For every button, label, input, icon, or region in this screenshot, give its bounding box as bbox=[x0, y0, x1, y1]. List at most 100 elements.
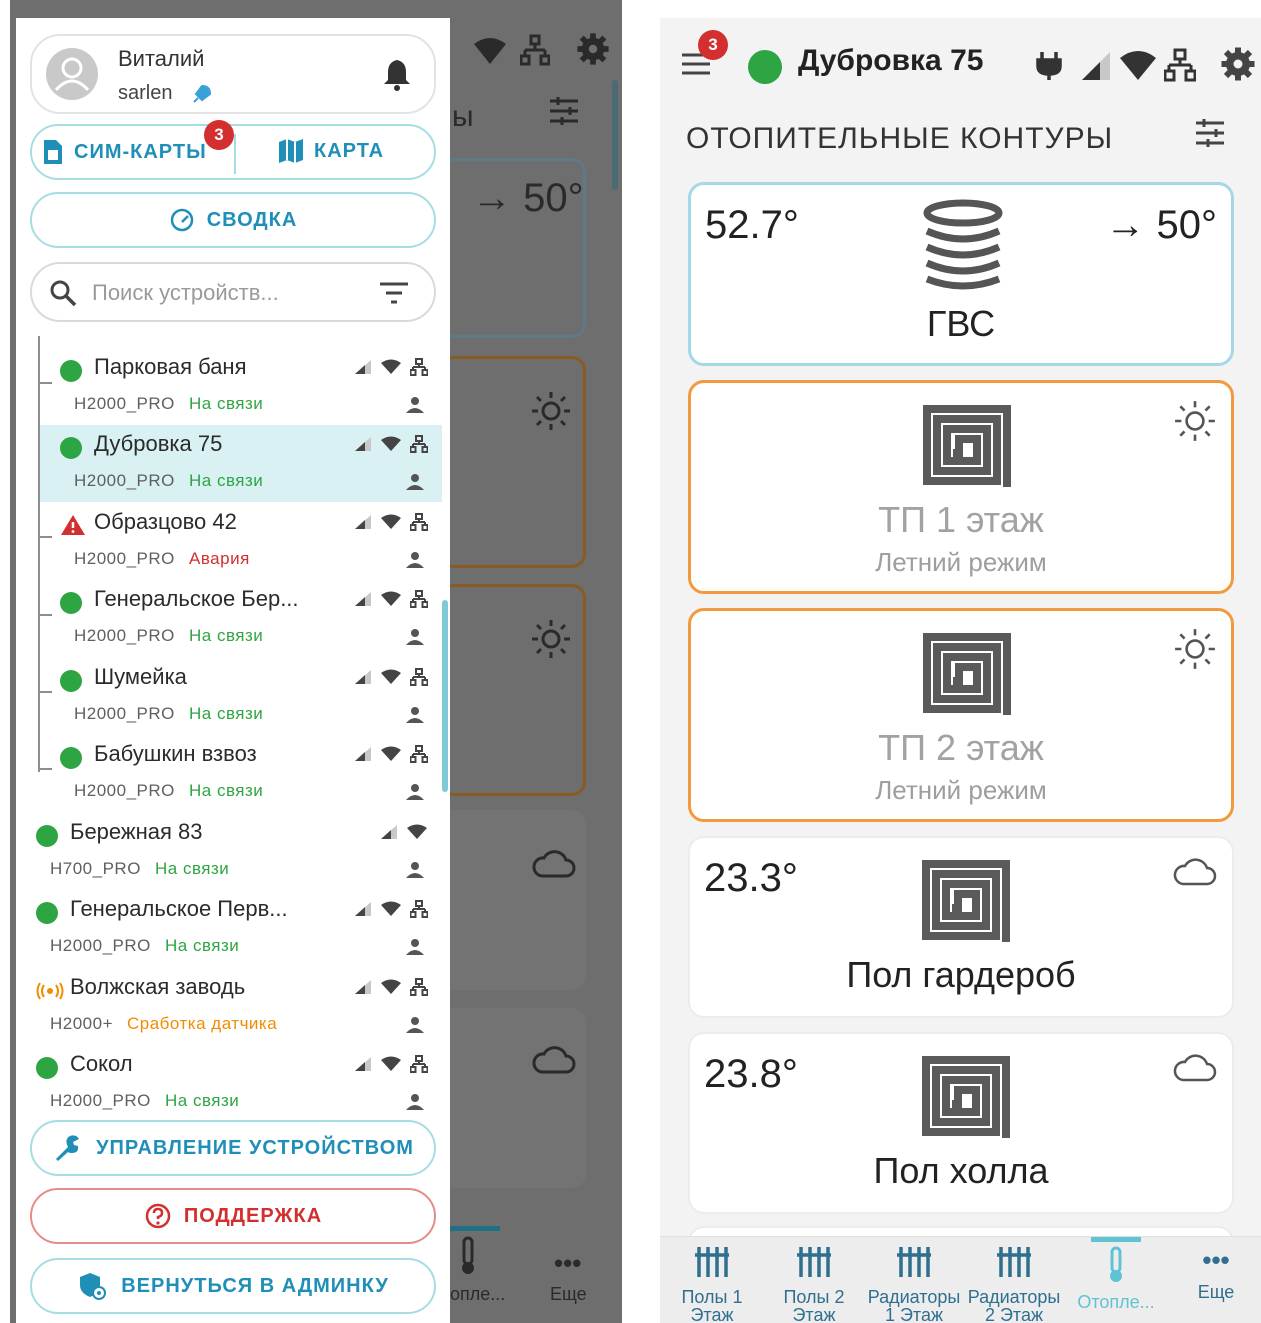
network-icon bbox=[410, 745, 428, 763]
user-card[interactable]: Виталий sarlen bbox=[30, 34, 436, 114]
device-row[interactable]: Парковая баня H2000_PRO На связи bbox=[16, 348, 442, 425]
online-status-dot bbox=[60, 592, 82, 614]
manifold-icon bbox=[897, 1247, 931, 1277]
dimmed-gear-icon bbox=[577, 33, 609, 65]
device-row[interactable]: Генеральское Перв... H2000_PRO На связи bbox=[16, 890, 442, 967]
signal-icon bbox=[355, 1057, 371, 1071]
nav-heating[interactable]: Отопле... bbox=[1066, 1237, 1166, 1311]
tune-icon[interactable] bbox=[1194, 118, 1226, 148]
device-name: Бережная 83 bbox=[70, 819, 203, 844]
device-status: На связи bbox=[165, 936, 240, 955]
card-name: ГВС bbox=[926, 303, 996, 344]
users-icon bbox=[406, 552, 424, 568]
floor-heating-icon bbox=[923, 633, 1011, 715]
drawer-scrollbar[interactable] bbox=[442, 600, 448, 792]
nav-floors-2[interactable]: Полы 2 Этаж bbox=[764, 1245, 864, 1323]
device-model: H700_PRO bbox=[50, 859, 141, 878]
device-connection-icons bbox=[354, 435, 428, 453]
signal-icon bbox=[355, 670, 371, 684]
admin-shield-icon bbox=[80, 1273, 107, 1300]
dimmed-card-tp2 bbox=[440, 584, 586, 796]
plug-icon bbox=[1036, 52, 1062, 80]
map-button[interactable]: КАРТА bbox=[278, 138, 384, 164]
floor-heating-icon bbox=[922, 860, 1010, 942]
dimmed-thermometer-icon bbox=[462, 1236, 474, 1274]
device-management-label: УПРАВЛЕНИЕ УСТРОЙСТВОМ bbox=[96, 1136, 414, 1159]
support-button[interactable]: ПОДДЕРЖКА bbox=[30, 1188, 436, 1244]
manifold-icon bbox=[797, 1247, 831, 1277]
card-temperature: 23.3° bbox=[704, 856, 798, 900]
dimmed-cloud-icon bbox=[532, 1046, 576, 1074]
signal-icon bbox=[381, 825, 397, 839]
gear-icon[interactable] bbox=[1220, 46, 1256, 82]
card-name: ТП 1 этаж bbox=[878, 499, 1044, 540]
wifi-icon bbox=[381, 979, 401, 994]
device-status: На связи bbox=[189, 704, 264, 723]
bell-icon[interactable] bbox=[382, 58, 412, 92]
circuit-card-gvs[interactable]: 52.7° → 50° ГВС bbox=[688, 182, 1234, 366]
network-icon bbox=[410, 900, 428, 918]
wifi-icon bbox=[381, 591, 401, 606]
device-status: На связи bbox=[165, 1091, 240, 1110]
online-status-dot bbox=[60, 437, 82, 459]
device-connection-icons bbox=[354, 513, 428, 531]
nav-label: Еще bbox=[1197, 1282, 1235, 1302]
support-label: ПОДДЕРЖКА bbox=[183, 1204, 323, 1227]
device-row[interactable]: Шумейка H2000_PRO На связи bbox=[16, 658, 442, 735]
dimmed-sun-icon bbox=[532, 392, 570, 430]
dimmed-card-floor bbox=[440, 810, 586, 990]
device-search[interactable]: Поиск устройств... bbox=[30, 262, 436, 322]
search-input[interactable]: Поиск устройств... bbox=[92, 280, 279, 306]
circuit-card-wardrobe[interactable]: 23.3° Пол гардероб bbox=[688, 836, 1234, 1018]
circuit-card-hall[interactable]: 23.8° Пол холла bbox=[688, 1032, 1234, 1214]
device-management-button[interactable]: УПРАВЛЕНИЕ УСТРОЙСТВОМ bbox=[30, 1120, 436, 1176]
device-row[interactable]: Волжская заводь H2000+ Сработка датчика bbox=[16, 968, 442, 1045]
sensor-alert-icon bbox=[36, 982, 64, 1000]
dimmed-wifi-icon bbox=[474, 38, 506, 64]
network-icon bbox=[410, 358, 428, 376]
nav-label: Полы 1 Этаж bbox=[681, 1287, 743, 1323]
nav-more[interactable]: ••• Еще bbox=[1166, 1245, 1261, 1301]
nav-radiators-2[interactable]: Радиаторы 2 Этаж bbox=[964, 1245, 1064, 1323]
filter-icon[interactable] bbox=[378, 280, 410, 306]
device-drawer: Виталий sarlen СИМ-КАРТЫ 3 КАРТА СВОДКА … bbox=[16, 18, 450, 1323]
nav-label: Отопле... bbox=[1077, 1292, 1155, 1312]
floor-heating-icon bbox=[922, 1056, 1010, 1138]
return-to-admin-button[interactable]: ВЕРНУТЬСЯ В АДМИНКУ bbox=[30, 1258, 436, 1314]
signal-icon bbox=[355, 437, 371, 451]
dimmed-heading: ы bbox=[452, 100, 474, 133]
device-status: На связи bbox=[155, 859, 230, 878]
signal-icon bbox=[355, 980, 371, 994]
users-icon bbox=[406, 939, 424, 955]
user-login: sarlen bbox=[118, 82, 173, 104]
device-row[interactable]: Сокол H2000_PRO На связи bbox=[16, 1045, 442, 1122]
signal-icon bbox=[355, 360, 371, 374]
device-model: H2000_PRO bbox=[74, 781, 175, 800]
device-name: Дубровка 75 bbox=[94, 431, 223, 456]
signal-icon bbox=[355, 592, 371, 606]
device-model: H2000_PRO bbox=[50, 936, 151, 955]
user-icon bbox=[54, 57, 90, 92]
nav-floors-1[interactable]: Полы 1 Этаж bbox=[662, 1245, 762, 1323]
sun-icon bbox=[1175, 401, 1215, 441]
device-row[interactable]: Образцово 42 H2000_PRO Авария bbox=[16, 503, 442, 580]
circuit-card-tp1[interactable]: ТП 1 этаж Летний режим bbox=[688, 380, 1234, 594]
device-row[interactable]: Бабушкин взвоз H2000_PRO На связи bbox=[16, 735, 442, 812]
device-row[interactable]: Бережная 83 H700_PRO На связи bbox=[16, 813, 442, 890]
dimmed-tune-icon bbox=[550, 97, 578, 125]
users-icon bbox=[406, 1094, 424, 1110]
sim-cards-button[interactable]: СИМ-КАРТЫ bbox=[42, 138, 207, 166]
dimmed-cloud-icon bbox=[532, 850, 576, 878]
device-row[interactable]: Дубровка 75 H2000_PRO На связи bbox=[40, 425, 442, 502]
device-connection-icons bbox=[354, 745, 428, 763]
device-row[interactable]: Генеральское Бер... H2000_PRO На связи bbox=[16, 580, 442, 657]
cloud-icon bbox=[1173, 858, 1217, 886]
device-model: H2000_PRO bbox=[74, 626, 175, 645]
wifi-icon bbox=[381, 514, 401, 529]
search-icon bbox=[50, 280, 77, 307]
summary-button[interactable]: СВОДКА bbox=[30, 192, 436, 248]
nav-radiators-1[interactable]: Радиаторы 1 Этаж bbox=[864, 1245, 964, 1323]
circuit-card-tp2[interactable]: ТП 2 этаж Летний режим bbox=[688, 608, 1234, 822]
device-name: Шумейка bbox=[94, 664, 187, 689]
more-icon: ••• bbox=[1202, 1245, 1230, 1275]
